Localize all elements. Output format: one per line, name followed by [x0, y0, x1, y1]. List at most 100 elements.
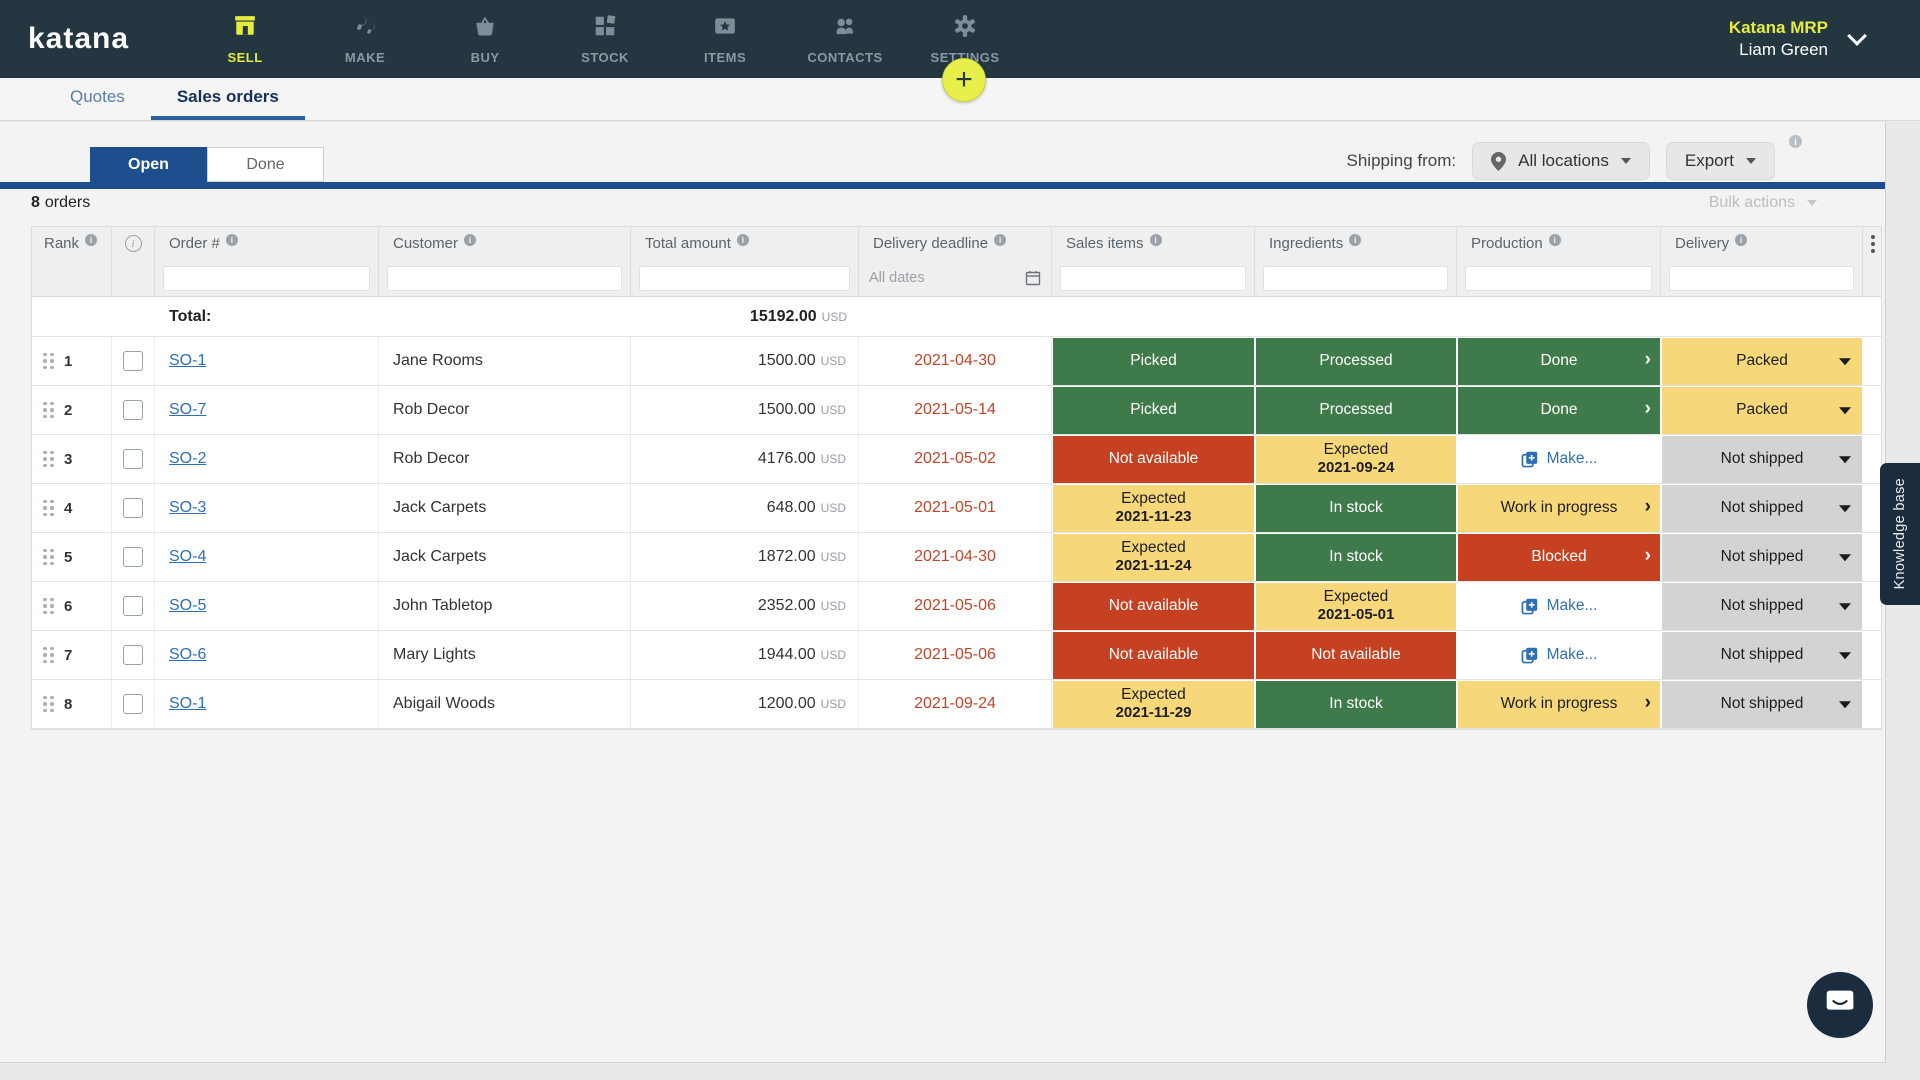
drag-handle-icon[interactable]: [43, 402, 54, 419]
chevron-right-icon: ›: [1645, 545, 1651, 567]
drag-handle-icon[interactable]: [43, 598, 54, 615]
row-checkbox[interactable]: [123, 351, 143, 371]
order-link[interactable]: SO-6: [169, 646, 206, 664]
drag-handle-icon[interactable]: [43, 353, 54, 370]
chat-widget-button[interactable]: [1807, 972, 1873, 1038]
row-amount-value: 1944.00: [758, 646, 816, 664]
filter-production-input[interactable]: [1465, 266, 1652, 291]
filter-order-input[interactable]: [163, 266, 370, 291]
order-link[interactable]: SO-5: [169, 597, 206, 615]
column-menu[interactable]: [1863, 227, 1883, 260]
drag-handle-icon[interactable]: [43, 500, 54, 517]
info-icon: i: [226, 234, 238, 246]
filter-dates-dropdown[interactable]: All dates: [859, 260, 1052, 296]
drag-handle-icon[interactable]: [43, 549, 54, 566]
col-header-customer: Customeri: [379, 227, 631, 260]
make-link-label: Make...: [1547, 597, 1598, 615]
caret-down-icon: [1839, 652, 1851, 659]
row-rank: 5: [64, 549, 72, 566]
info-circle-icon: i: [125, 235, 142, 252]
row-amount-value: 4176.00: [758, 450, 816, 468]
status-ingredients: Expected2021-05-01: [1256, 583, 1456, 630]
row-checkbox[interactable]: [123, 645, 143, 665]
bulk-actions-button[interactable]: Bulk actions: [1709, 194, 1817, 212]
filter-ingredients-input[interactable]: [1263, 266, 1448, 291]
open-done-toggle: Open Done: [90, 147, 324, 182]
row-checkbox[interactable]: [123, 449, 143, 469]
row-customer: Rob Decor: [379, 435, 631, 483]
row-amount-value: 1500.00: [758, 401, 816, 419]
row-customer: Mary Lights: [379, 631, 631, 679]
drag-handle-icon[interactable]: [43, 647, 54, 664]
location-selector-button[interactable]: All locations: [1472, 142, 1650, 180]
order-link[interactable]: SO-1: [169, 352, 206, 370]
order-link[interactable]: SO-3: [169, 499, 206, 517]
row-deadline: 2021-05-06: [859, 582, 1052, 630]
filter-delivery-input[interactable]: [1669, 266, 1854, 291]
nav-item-buy[interactable]: BUY: [429, 0, 541, 78]
knowledge-base-tab[interactable]: Knowledge base: [1880, 463, 1920, 605]
nav-item-stock[interactable]: STOCK: [549, 0, 661, 78]
status-production[interactable]: Done›: [1458, 387, 1660, 434]
table-row: 6 SO-5 John Tabletop 2352.00 USD 2021-05…: [32, 582, 1881, 631]
row-amount: 1200.00 USD: [631, 680, 859, 728]
status-delivery[interactable]: Packed: [1662, 387, 1862, 434]
katana-logo: katana: [28, 22, 129, 56]
status-production[interactable]: Work in progress›: [1458, 485, 1660, 532]
info-icon: i: [1549, 234, 1561, 246]
open-segment-button[interactable]: Open: [90, 147, 207, 182]
row-checkbox[interactable]: [123, 400, 143, 420]
status-production[interactable]: Work in progress›: [1458, 681, 1660, 728]
row-rank: 1: [64, 353, 72, 370]
status-delivery[interactable]: Not shipped: [1662, 632, 1862, 679]
account-menu[interactable]: Katana MRP Liam Green: [1729, 0, 1864, 78]
make-icon: [353, 14, 377, 43]
row-checkbox[interactable]: [123, 498, 143, 518]
row-checkbox[interactable]: [123, 694, 143, 714]
filter-customer-input[interactable]: [387, 266, 622, 291]
status-delivery[interactable]: Packed: [1662, 338, 1862, 385]
row-rank: 8: [64, 696, 72, 713]
table-row: 4 SO-3 Jack Carpets 648.00 USD 2021-05-0…: [32, 484, 1881, 533]
status-delivery[interactable]: Not shipped: [1662, 681, 1862, 728]
status-delivery[interactable]: Not shipped: [1662, 583, 1862, 630]
order-link[interactable]: SO-1: [169, 695, 206, 713]
order-link[interactable]: SO-7: [169, 401, 206, 419]
status-production[interactable]: Blocked›: [1458, 534, 1660, 581]
table-total-row: Total: 15192.00 USD: [32, 297, 1881, 337]
location-pin-icon: [1491, 152, 1506, 171]
status-delivery[interactable]: Not shipped: [1662, 534, 1862, 581]
filter-total-amount-input[interactable]: [639, 266, 850, 291]
tab-quotes[interactable]: Quotes: [44, 78, 151, 120]
row-checkbox[interactable]: [123, 547, 143, 567]
status-production[interactable]: Make...: [1458, 632, 1660, 679]
export-button[interactable]: Export i: [1666, 142, 1775, 180]
order-link[interactable]: SO-2: [169, 450, 206, 468]
drag-handle-icon[interactable]: [43, 696, 54, 713]
status-ingredients: Processed: [1256, 338, 1456, 385]
nav-item-make[interactable]: MAKE: [309, 0, 421, 78]
row-rank: 7: [64, 647, 72, 664]
row-amount-currency: USD: [821, 354, 846, 368]
status-production[interactable]: Make...: [1458, 436, 1660, 483]
drag-handle-icon[interactable]: [43, 451, 54, 468]
status-ingredients: Processed: [1256, 387, 1456, 434]
shipping-from-label: Shipping from:: [1347, 151, 1457, 171]
row-checkbox[interactable]: [123, 596, 143, 616]
status-production[interactable]: Done›: [1458, 338, 1660, 385]
nav-item-contacts[interactable]: CONTACTS: [789, 0, 901, 78]
tab-sales-orders[interactable]: Sales orders: [151, 78, 305, 120]
row-amount-currency: USD: [821, 648, 846, 662]
add-order-button[interactable]: +: [942, 58, 986, 102]
nav-item-sell[interactable]: SELL: [189, 0, 301, 78]
row-deadline: 2021-04-30: [859, 337, 1052, 385]
status-delivery[interactable]: Not shipped: [1662, 436, 1862, 483]
status-production[interactable]: Make...: [1458, 583, 1660, 630]
info-icon: i: [1735, 234, 1747, 246]
status-delivery[interactable]: Not shipped: [1662, 485, 1862, 532]
done-segment-button[interactable]: Done: [207, 147, 324, 182]
table-row: 2 SO-7 Rob Decor 1500.00 USD 2021-05-14 …: [32, 386, 1881, 435]
filter-sales-items-input[interactable]: [1060, 266, 1246, 291]
order-link[interactable]: SO-4: [169, 548, 206, 566]
nav-item-items[interactable]: ITEMS: [669, 0, 781, 78]
